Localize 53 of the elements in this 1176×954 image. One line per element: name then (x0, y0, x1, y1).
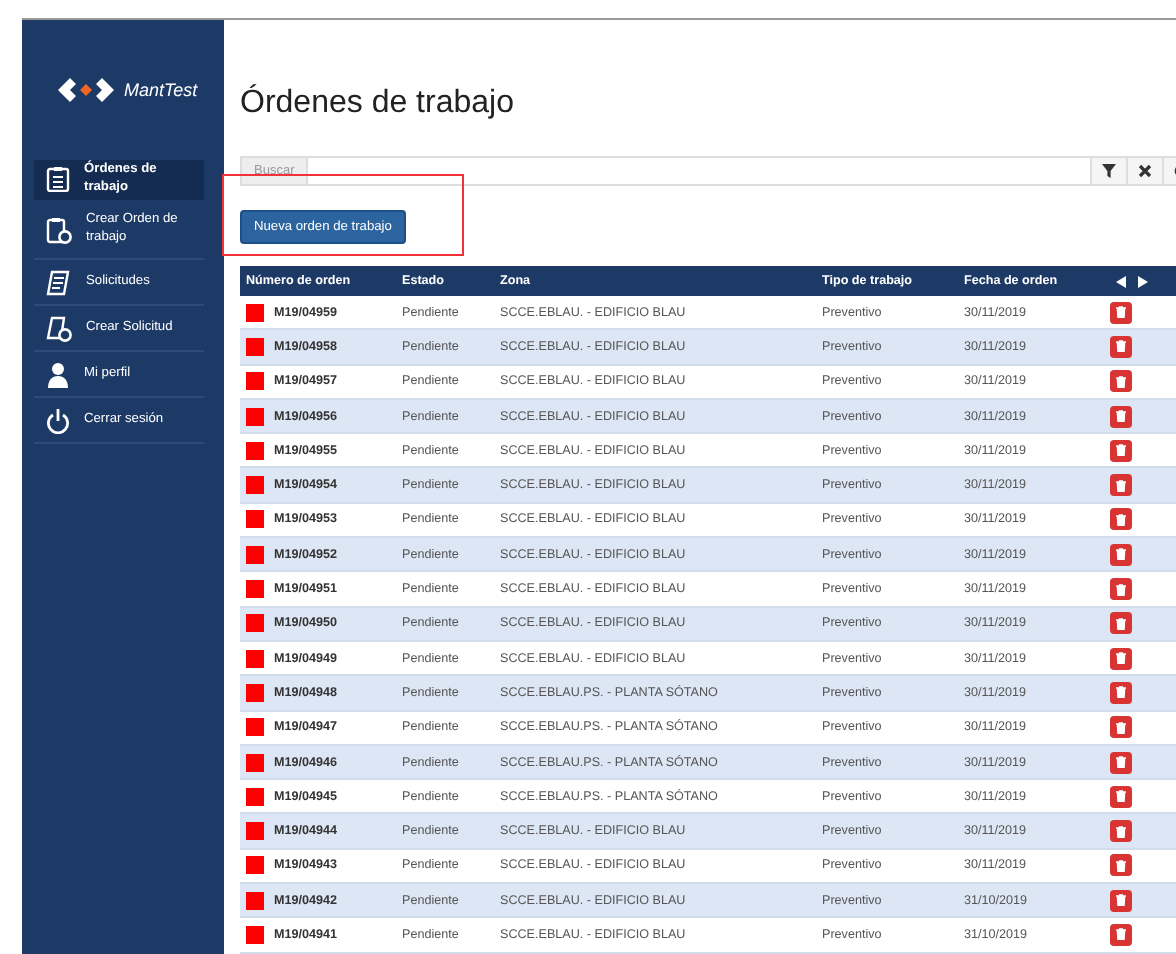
filter-button[interactable] (1090, 158, 1126, 184)
trash-icon (1116, 756, 1126, 768)
page-title: Órdenes de trabajo (240, 84, 516, 124)
delete-button[interactable] (1110, 820, 1132, 843)
delete-button[interactable] (1110, 474, 1132, 497)
trash-icon (1116, 444, 1126, 457)
trash-icon (1116, 410, 1126, 423)
trash-icon (1116, 513, 1126, 526)
power-icon (46, 407, 70, 433)
trash-icon (1116, 652, 1126, 665)
delete-button[interactable] (1110, 716, 1132, 739)
right-arrow-icon[interactable] (1138, 275, 1148, 287)
delete-button[interactable] (1110, 335, 1132, 358)
trash-icon (1116, 340, 1126, 353)
trash-icon (1116, 928, 1126, 941)
delete-button[interactable] (1110, 647, 1132, 670)
left-arrow-icon[interactable] (1116, 275, 1126, 287)
delete-button[interactable] (1110, 923, 1132, 946)
trash-icon (1116, 894, 1126, 907)
document-pen-icon (46, 269, 72, 295)
close-icon (1138, 164, 1152, 178)
delete-button[interactable] (1110, 612, 1132, 635)
logo-text: MantTest (124, 80, 198, 100)
logo-icon (56, 76, 116, 104)
delete-button[interactable] (1110, 889, 1132, 912)
trash-icon (1116, 583, 1126, 596)
trash-icon (1116, 306, 1126, 319)
document-gear-icon (46, 315, 72, 341)
delete-button[interactable] (1110, 370, 1132, 393)
delete-button[interactable] (1110, 301, 1132, 324)
trash-icon (1116, 479, 1126, 492)
trash-icon (1116, 548, 1126, 561)
trash-icon (1116, 686, 1126, 699)
delete-button[interactable] (1110, 405, 1132, 428)
clipboard-gear-icon (46, 215, 72, 243)
user-icon (46, 361, 70, 387)
delete-button[interactable] (1110, 439, 1132, 462)
delete-button[interactable] (1110, 681, 1132, 704)
trash-icon (1116, 790, 1126, 803)
delete-button[interactable] (1110, 785, 1132, 808)
clear-button[interactable] (1126, 158, 1162, 184)
trash-icon (1116, 375, 1126, 388)
trash-icon (1116, 721, 1126, 734)
delete-button[interactable] (1110, 751, 1132, 773)
delete-button[interactable] (1110, 854, 1132, 877)
delete-button[interactable] (1110, 578, 1132, 601)
delete-button[interactable] (1110, 543, 1132, 566)
trash-icon (1116, 825, 1126, 838)
filter-icon (1102, 164, 1116, 178)
trash-icon (1116, 859, 1126, 872)
delete-button[interactable] (1110, 508, 1132, 531)
clipboard-icon (46, 166, 70, 192)
trash-icon (1116, 617, 1126, 630)
